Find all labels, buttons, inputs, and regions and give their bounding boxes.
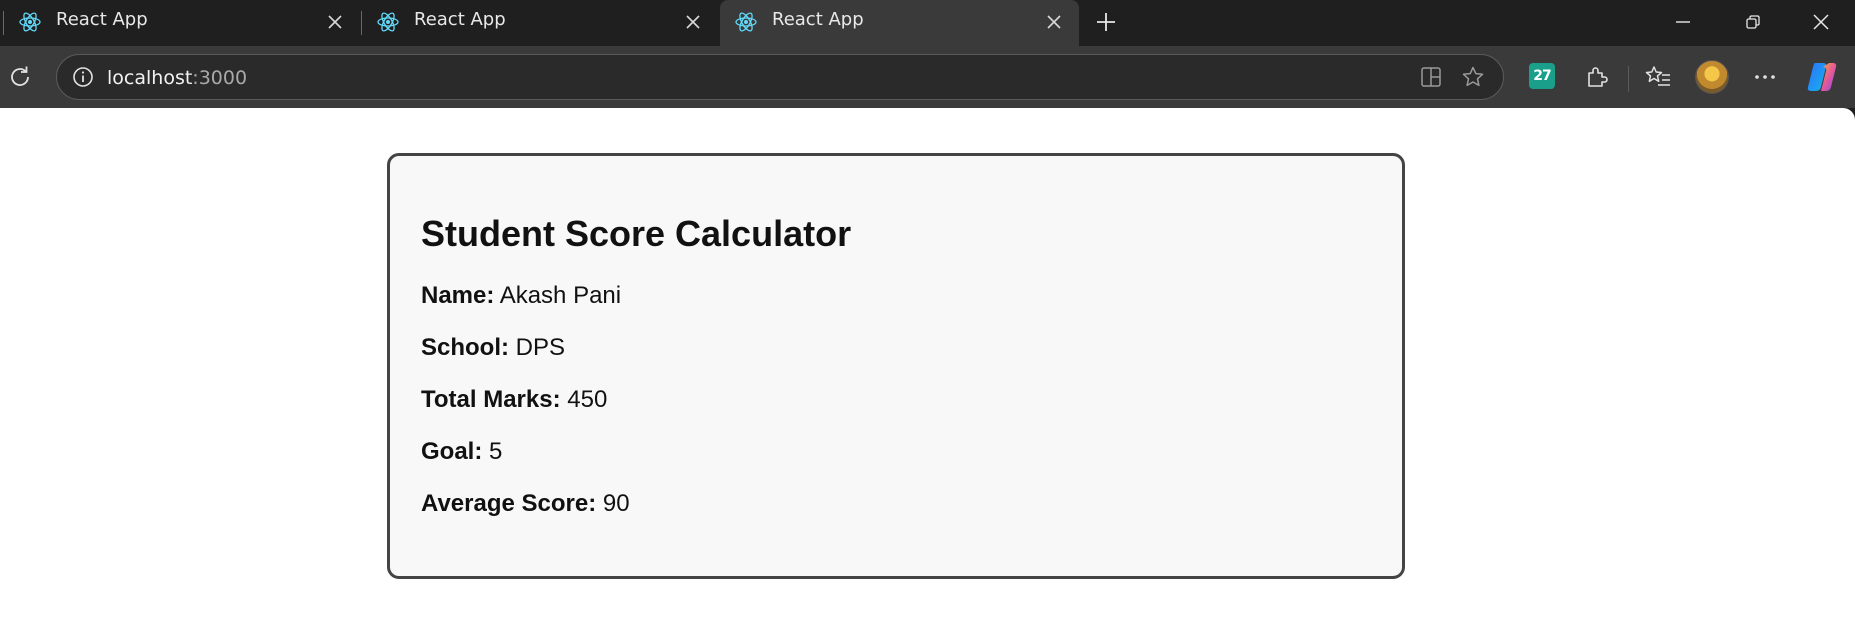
split-screen-icon <box>1421 67 1441 87</box>
react-logo-icon <box>19 12 41 32</box>
url-host: localhost <box>107 67 193 89</box>
more-icon <box>1755 75 1775 79</box>
favorites-button[interactable] <box>1640 59 1676 95</box>
minimize-icon <box>1676 21 1690 23</box>
new-tab-button[interactable] <box>1090 6 1122 38</box>
field-school: School: DPS <box>421 334 565 362</box>
score-card: Student Score Calculator Name: Akash Pan… <box>387 153 1405 579</box>
copilot-icon[interactable] <box>1805 60 1839 94</box>
field-label: School: <box>421 334 509 361</box>
page-viewport: Student Score Calculator Name: Akash Pan… <box>0 108 1855 632</box>
page-title: Student Score Calculator <box>421 213 852 254</box>
settings-and-more-button[interactable] <box>1747 59 1783 95</box>
browser-tab-2[interactable]: React App <box>362 0 718 46</box>
react-logo-icon <box>735 12 757 32</box>
close-tab-icon[interactable] <box>322 9 348 35</box>
split-screen-button[interactable] <box>1415 61 1447 93</box>
plus-icon <box>1097 13 1115 31</box>
url-port: :3000 <box>192 67 248 89</box>
tab-title: React App <box>414 9 506 30</box>
restore-icon <box>1746 15 1760 29</box>
extension-badge[interactable]: 27 <box>1529 63 1555 89</box>
toolbar-divider <box>1628 66 1629 92</box>
restore-button[interactable] <box>1718 0 1788 44</box>
site-info-button[interactable] <box>67 61 99 93</box>
minimize-button[interactable] <box>1648 0 1718 44</box>
star-icon <box>1462 66 1484 87</box>
react-logo-icon <box>377 12 399 32</box>
field-value: 90 <box>602 490 630 517</box>
tab-strip: React App React App React App <box>0 0 1855 46</box>
extensions-button[interactable] <box>1579 59 1615 95</box>
browser-toolbar: localhost:3000 <box>0 46 1855 108</box>
browser-tab-3-active[interactable]: React App <box>720 0 1079 46</box>
close-tab-icon[interactable] <box>680 9 706 35</box>
tab-title: React App <box>56 9 148 30</box>
field-average-score: Average Score: 90 <box>421 490 630 518</box>
tab-title: React App <box>772 9 864 30</box>
url-text[interactable]: localhost:3000 <box>107 67 247 89</box>
field-label: Name: <box>421 282 495 309</box>
close-window-button[interactable] <box>1786 0 1855 44</box>
field-label: Average Score: <box>421 490 597 517</box>
info-icon <box>73 67 93 87</box>
field-name: Name: Akash Pani <box>421 282 621 310</box>
field-goal: Goal: 5 <box>421 438 502 466</box>
close-tab-icon[interactable] <box>1041 9 1067 35</box>
field-label: Goal: <box>421 438 483 465</box>
close-icon <box>1813 14 1829 30</box>
browser-tab-1[interactable]: React App <box>4 0 360 46</box>
reload-icon <box>11 66 29 86</box>
reload-button[interactable] <box>2 59 38 95</box>
field-value: 5 <box>489 438 503 465</box>
field-value: DPS <box>515 334 566 361</box>
field-value: Akash Pani <box>499 282 622 309</box>
address-bar[interactable]: localhost:3000 <box>56 54 1504 100</box>
favorites-icon <box>1645 66 1670 86</box>
field-label: Total Marks: <box>421 386 561 413</box>
profile-avatar[interactable] <box>1695 60 1729 94</box>
add-favorite-button[interactable] <box>1457 61 1489 93</box>
field-total-marks: Total Marks: 450 <box>421 386 607 414</box>
field-value: 450 <box>567 386 608 413</box>
puzzle-icon <box>1588 67 1608 87</box>
